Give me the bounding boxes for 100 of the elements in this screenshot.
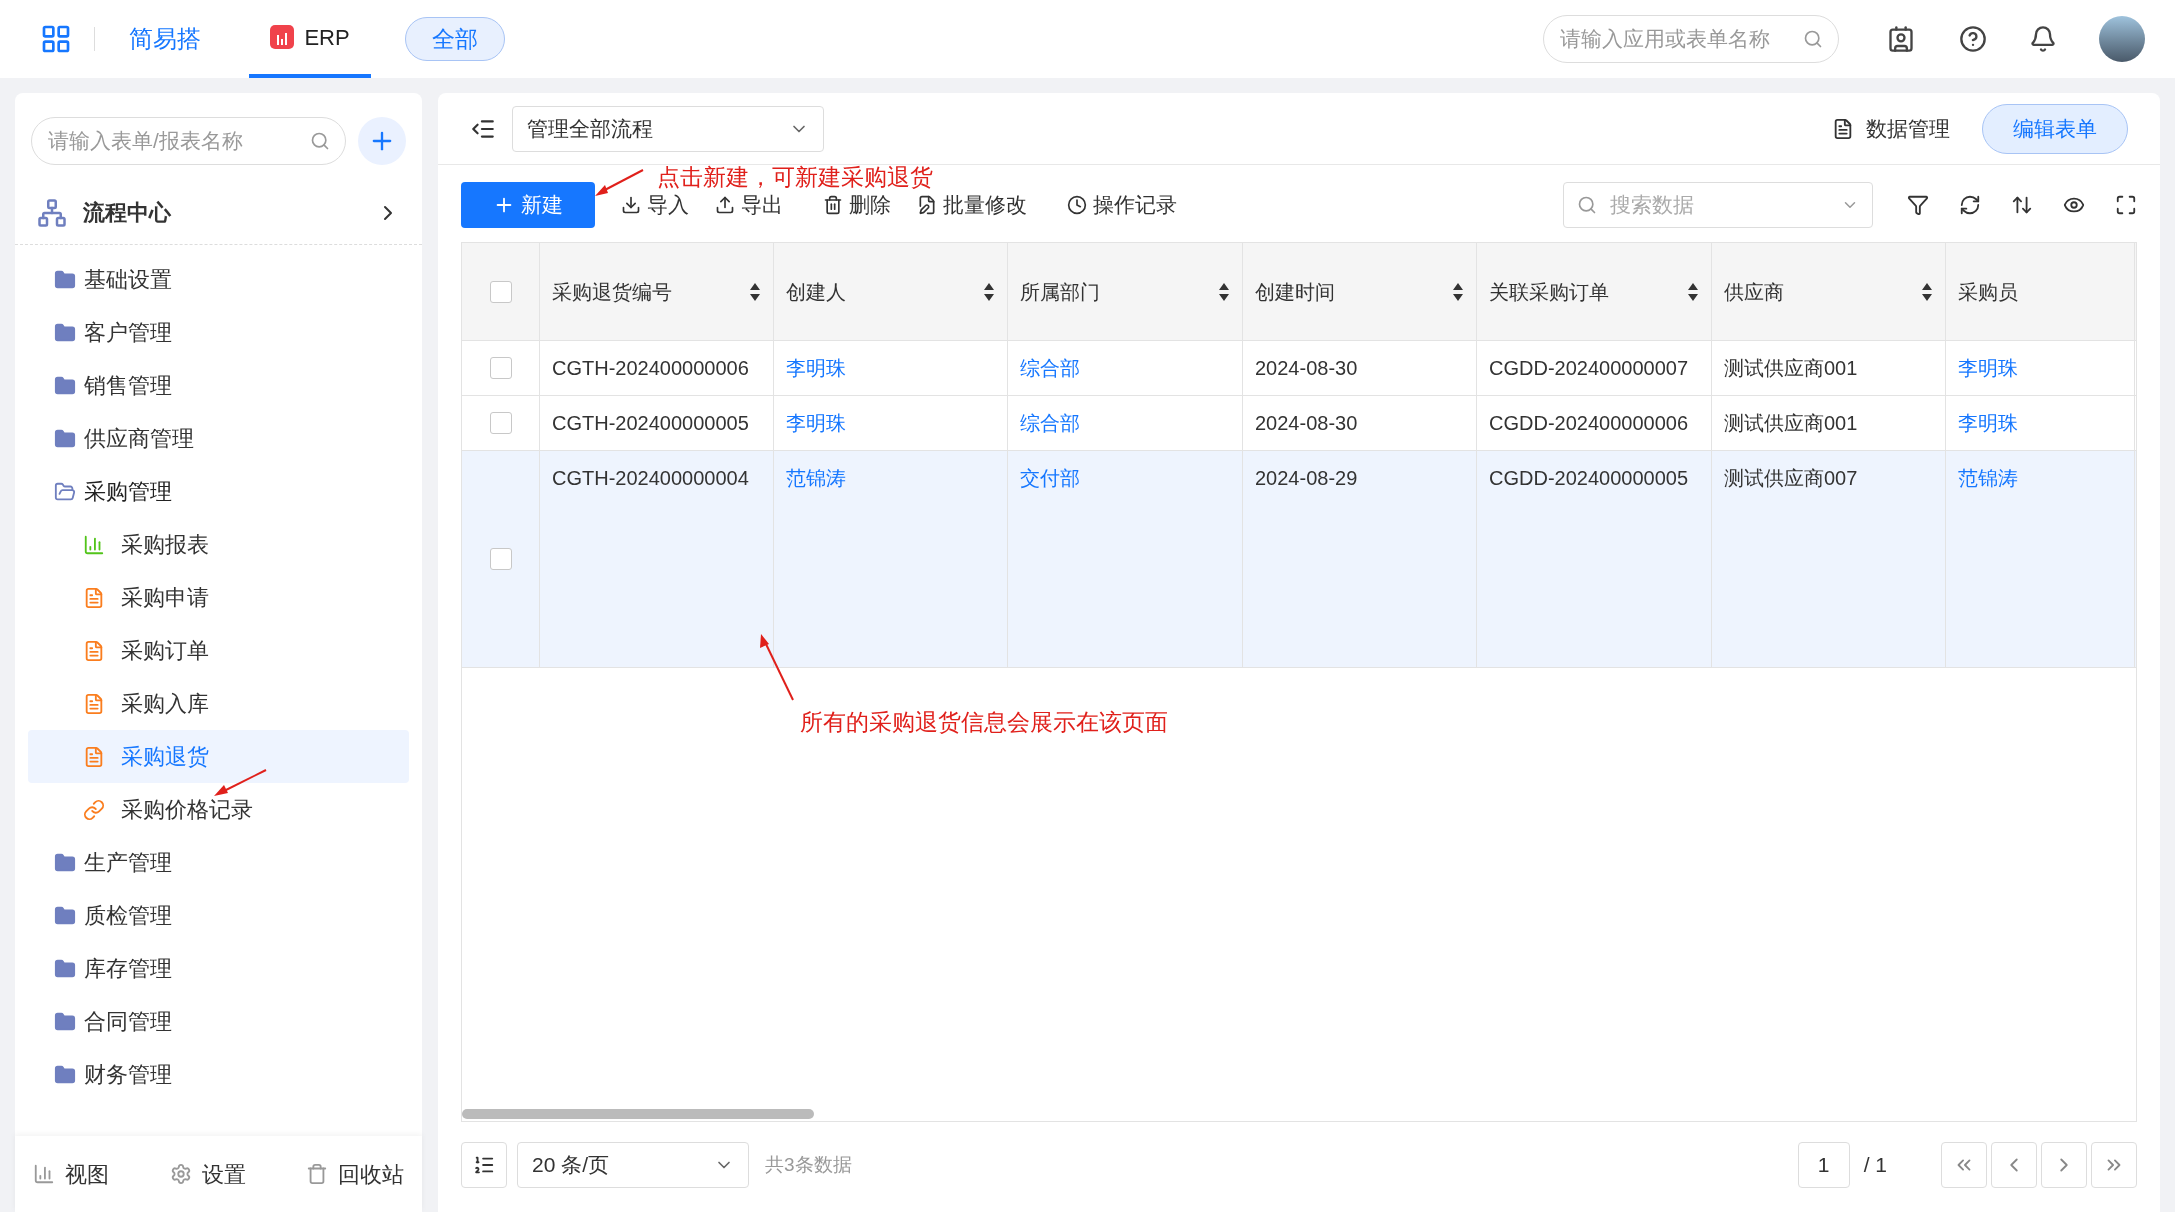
sidebar-item[interactable]: 采购报表 [28, 518, 409, 571]
scope-button[interactable]: 全部 [405, 17, 505, 61]
search-icon [1803, 29, 1823, 49]
row-checkbox[interactable] [489, 357, 512, 379]
folder-icon [54, 427, 76, 450]
document-icon [1832, 117, 1854, 140]
page-size-select[interactable]: 20 条/页 [517, 1142, 749, 1188]
trash-icon [823, 195, 843, 215]
sidebar-item[interactable]: 采购入库 [28, 677, 409, 730]
refresh-icon[interactable] [1959, 194, 1981, 216]
new-button[interactable]: 新建 [461, 182, 595, 228]
cell-link[interactable]: 李明珠 [786, 357, 846, 379]
table-cell: 2024-08-30 [1255, 412, 1358, 434]
sidebar-item[interactable]: 采购退货 [28, 730, 409, 783]
sidebar-item[interactable]: 采购订单 [28, 624, 409, 677]
sidebar-item[interactable]: 质检管理 [28, 889, 409, 942]
toolbar-button[interactable]: 导出 [715, 189, 783, 221]
row-checkbox[interactable] [489, 412, 512, 434]
table-cell: 测试供应商007 [1724, 467, 1858, 489]
sidebar-item[interactable]: 采购价格记录 [28, 783, 409, 836]
table-row[interactable]: CGTH-202400000004 范锦涛 交付部 2024-08-29 CGDD-202400000005 测试供应商007 范锦涛 [462, 451, 2136, 668]
cell-link[interactable]: 李明珠 [1958, 412, 2018, 434]
contact-icon[interactable] [1887, 25, 1915, 53]
folder-icon [54, 851, 76, 874]
footer-button[interactable]: 视图 [33, 1157, 109, 1191]
app-search-field[interactable]: 请输入应用或表单名称 [1543, 15, 1839, 63]
sidebar-item[interactable]: 客户管理 [28, 306, 409, 359]
section-header[interactable]: 流程中心 [15, 181, 422, 245]
table-cell: CGTH-202400000005 [552, 412, 749, 434]
app-name[interactable]: 简易搭 [129, 21, 201, 57]
column-header: 所属部门 [1020, 279, 1100, 305]
scrollbar[interactable] [462, 1109, 814, 1119]
folder-icon [54, 957, 76, 980]
sidebar-item[interactable]: 基础设置 [28, 253, 409, 306]
page-input[interactable]: 1 [1797, 1142, 1850, 1188]
table-cell: 2024-08-30 [1255, 357, 1358, 379]
view-select[interactable]: 管理全部流程 [512, 105, 824, 152]
column-header: 关联采购订单 [1489, 279, 1609, 305]
sort-icon[interactable] [1687, 281, 1699, 302]
user-avatar[interactable] [2099, 16, 2145, 62]
footer-button[interactable]: 回收站 [306, 1157, 404, 1191]
column-header: 采购员 [1958, 279, 2018, 305]
sidebar-item[interactable]: 采购申请 [28, 571, 409, 624]
cell-link[interactable]: 综合部 [1020, 412, 1080, 434]
edit-icon [917, 195, 937, 215]
fullscreen-icon[interactable] [2115, 194, 2137, 216]
apps-icon[interactable] [40, 23, 72, 55]
link-icon [83, 798, 105, 821]
column-header: 创建时间 [1255, 279, 1335, 305]
cell-link[interactable]: 范锦涛 [1958, 467, 2018, 489]
table-cell: CGDD-202400000005 [1489, 467, 1689, 489]
data-manage-button[interactable]: 数据管理 [1832, 112, 1950, 145]
chart-icon [33, 1163, 55, 1185]
section-title: 流程中心 [83, 199, 172, 227]
sidebar-item[interactable]: 财务管理 [28, 1048, 409, 1101]
sidebar-item[interactable]: 合同管理 [28, 995, 409, 1048]
bell-icon[interactable] [2029, 25, 2057, 53]
cell-link[interactable]: 范锦涛 [786, 467, 846, 489]
toolbar-button[interactable]: 操作记录 [1067, 189, 1177, 221]
toolbar-button[interactable]: 批量修改 [917, 189, 1027, 221]
edit-form-button[interactable]: 编辑表单 [1982, 103, 2128, 154]
sidebar-item[interactable]: 销售管理 [28, 359, 409, 412]
row-checkbox[interactable] [489, 548, 512, 570]
sort-icon[interactable] [983, 281, 995, 302]
document-icon [83, 745, 105, 768]
data-search-field[interactable]: 搜索数据 [1563, 182, 1873, 228]
annotation-arrow [593, 168, 645, 198]
table-row[interactable]: CGTH-202400000005 李明珠 综合部 2024-08-30 CGDD-202400000006 测试供应商001 李明珠 [462, 396, 2136, 451]
sort-icon[interactable] [1452, 281, 1464, 302]
open-folder-icon [54, 480, 76, 503]
footer-button[interactable]: 设置 [169, 1157, 246, 1191]
sidebar-item[interactable]: 采购管理 [28, 465, 409, 518]
sort-icon[interactable] [1921, 281, 1933, 302]
app-tab[interactable]: ERP [249, 0, 371, 78]
add-button[interactable] [358, 117, 406, 165]
column-header: 创建人 [786, 279, 846, 305]
sort-icon[interactable] [2011, 194, 2033, 216]
cell-link[interactable]: 李明珠 [786, 412, 846, 434]
filter-icon[interactable] [1907, 194, 1929, 216]
document-icon [83, 586, 105, 609]
page-count: / 1 [1863, 1152, 1887, 1179]
table-row[interactable]: CGTH-202400000006 李明珠 综合部 2024-08-30 CGDD-202400000007 测试供应商001 李明珠 [462, 341, 2136, 396]
form-search-field[interactable]: 请输入表单/报表名称 [31, 117, 346, 165]
cell-link[interactable]: 李明珠 [1958, 357, 2018, 379]
sort-icon[interactable] [1218, 281, 1230, 302]
annotation-arrow [212, 768, 268, 798]
help-icon[interactable] [1959, 25, 1987, 53]
cell-link[interactable]: 综合部 [1020, 357, 1080, 379]
sort-icon[interactable] [749, 281, 761, 302]
folder-icon [54, 268, 76, 291]
total-count: 共3条数据 [765, 1152, 852, 1177]
cell-link[interactable]: 交付部 [1020, 467, 1080, 489]
row-height-button[interactable] [461, 1142, 507, 1188]
folder-icon [54, 374, 76, 397]
sidebar-item[interactable]: 库存管理 [28, 942, 409, 995]
sidebar-item[interactable]: 生产管理 [28, 836, 409, 889]
sidebar-item[interactable]: 供应商管理 [28, 412, 409, 465]
toolbar-button[interactable]: 导入 [621, 189, 689, 221]
toolbar-button[interactable]: 删除 [823, 189, 891, 221]
row-checkbox[interactable] [489, 280, 512, 303]
